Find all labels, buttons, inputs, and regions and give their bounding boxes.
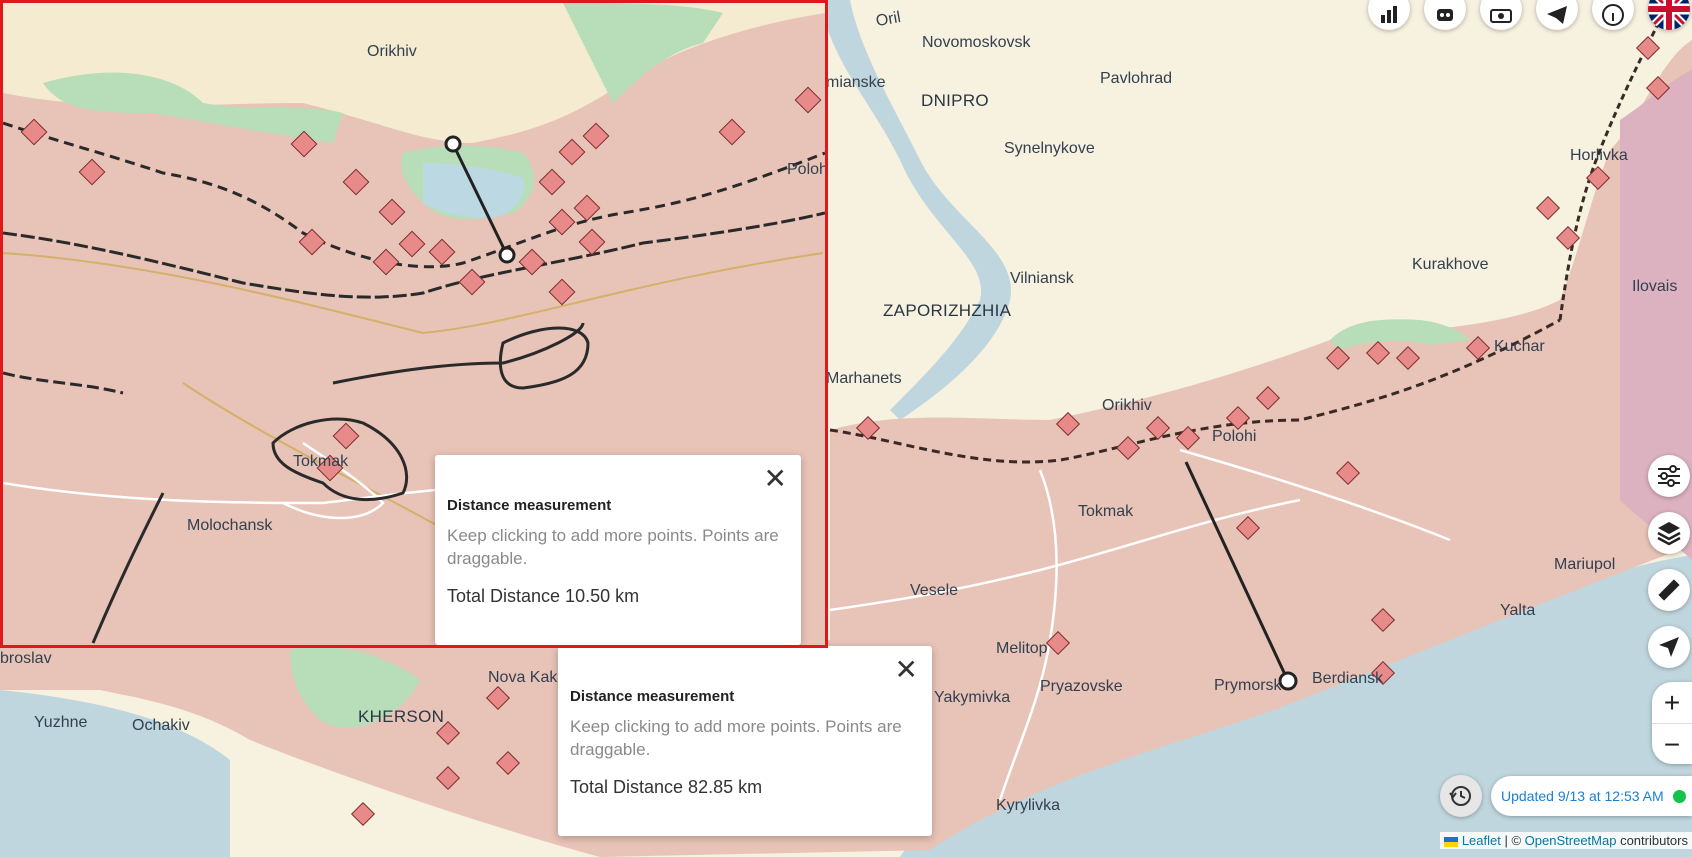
city-label: Yalta	[1500, 602, 1536, 619]
filters-icon[interactable]	[1648, 455, 1690, 497]
city-label: Vilniansk	[1010, 270, 1074, 287]
city-label: Vesele	[910, 582, 959, 599]
city-label: Kurakhove	[1412, 256, 1489, 273]
zoom-control: + −	[1652, 682, 1692, 764]
popup-hint: Keep clicking to add more points. Points…	[570, 717, 902, 759]
city-label: Polohi	[1212, 428, 1257, 445]
city-label: Melitop	[996, 640, 1048, 657]
city-label: Kuchar	[1494, 338, 1545, 355]
total-distance: Total Distance 82.85 km	[570, 777, 763, 797]
city-label: Ilovais	[1632, 278, 1678, 295]
city-label: Mariupol	[1554, 556, 1616, 573]
inset-distance-measurement-popup: ✕ Distance measurement Keep clicking to …	[435, 455, 801, 645]
map-attribution: Leaflet | © OpenStreetMap contributors	[1440, 832, 1692, 849]
city-label: Synelnykove	[1004, 140, 1095, 157]
city-label: DNIPRO	[921, 91, 989, 110]
zoom-in-button[interactable]: +	[1652, 682, 1692, 723]
city-label: Horlivka	[1570, 147, 1628, 164]
distance-measurement-popup: ✕ Distance measurement Keep clicking to …	[558, 646, 932, 836]
attrib-suffix: contributors	[1616, 833, 1688, 848]
popup-title: Distance measurement	[570, 688, 735, 705]
city-label: Novomoskovsk	[922, 34, 1031, 51]
zoomed-inset-map[interactable]: Orikhiv Tokmak Molochansk Poloh ✕ Distan…	[0, 0, 828, 648]
ukraine-flag-icon	[1444, 836, 1459, 847]
close-popup-button[interactable]: ✕	[764, 465, 787, 493]
updated-text: Updated 9/13 at 12:53 AM	[1501, 788, 1664, 804]
city-label: Marhanets	[826, 370, 902, 387]
city-label: mianske	[826, 74, 886, 91]
status-dot	[1673, 790, 1686, 803]
city-label: Pavlohrad	[1100, 70, 1173, 87]
city-label: Orikhiv	[1102, 397, 1152, 414]
city-label: Prymorsk	[1214, 677, 1282, 694]
close-popup-button[interactable]: ✕	[895, 656, 918, 684]
ruler-icon[interactable]	[1648, 569, 1690, 611]
city-label: KHERSON	[358, 707, 445, 726]
city-label: Kyrylivka	[996, 797, 1061, 814]
city-label: Tokmak	[1078, 503, 1134, 520]
city-label: ZAPORIZHZHIA	[883, 301, 1012, 320]
city-label: Yuzhne	[34, 714, 88, 731]
city-label: Berdiansk	[1312, 670, 1384, 687]
city-label: Orikhiv	[367, 43, 417, 60]
city-label: Molochansk	[187, 517, 273, 534]
popup-title: Distance measurement	[447, 497, 612, 514]
history-icon[interactable]	[1440, 775, 1482, 817]
locate-icon[interactable]	[1648, 626, 1690, 668]
city-label: broslav	[0, 650, 52, 667]
city-label: Ochakiv	[132, 717, 190, 734]
zoom-out-button[interactable]: −	[1652, 723, 1692, 765]
city-label: Tokmak	[293, 453, 349, 470]
city-label: Nova Kak	[488, 669, 558, 686]
city-label: Poloh	[787, 161, 828, 178]
city-label: Yakymivka	[934, 689, 1011, 706]
last-updated-badge[interactable]: Updated 9/13 at 12:53 AM	[1491, 776, 1692, 816]
layers-icon[interactable]	[1648, 512, 1690, 554]
total-distance: Total Distance 10.50 km	[447, 586, 640, 606]
osm-link[interactable]: OpenStreetMap	[1525, 833, 1617, 848]
attrib-separator: | ©	[1500, 833, 1525, 848]
city-label: Pryazovske	[1040, 678, 1123, 695]
popup-hint: Keep clicking to add more points. Points…	[447, 526, 779, 568]
leaflet-link[interactable]: Leaflet	[1462, 833, 1501, 848]
